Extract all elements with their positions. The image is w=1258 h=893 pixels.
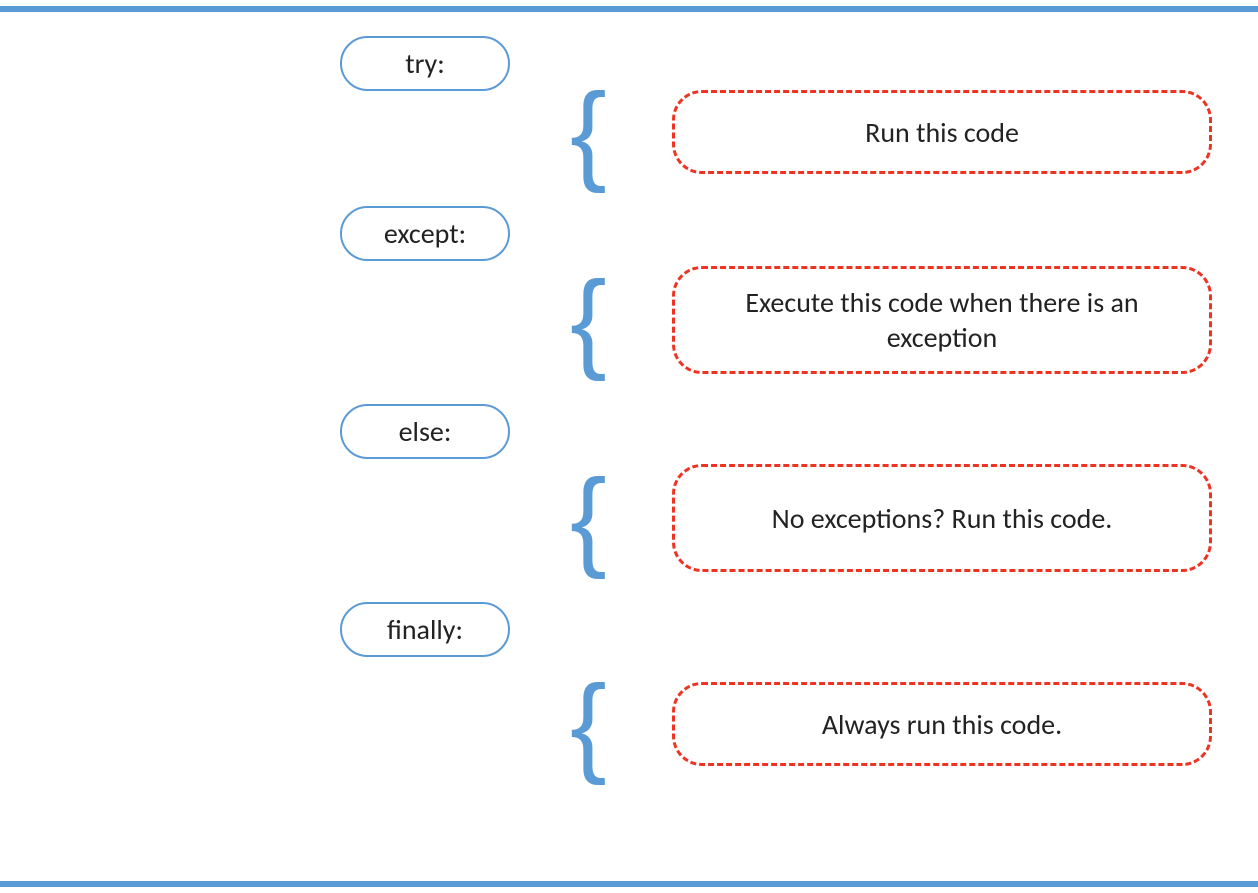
description-text: Run this code bbox=[865, 115, 1019, 150]
description-box-finally: Always run this code. bbox=[672, 682, 1212, 766]
bottom-horizontal-rule bbox=[0, 881, 1258, 887]
brace-icon: { bbox=[570, 670, 607, 780]
keyword-box-try: try: bbox=[340, 36, 510, 91]
brace-icon: { bbox=[570, 78, 607, 188]
keyword-label: else: bbox=[399, 414, 452, 449]
brace-icon: { bbox=[570, 464, 607, 574]
description-box-except: Execute this code when there is an excep… bbox=[672, 266, 1212, 374]
brace-icon: { bbox=[570, 266, 607, 376]
keyword-box-finally: finally: bbox=[340, 602, 510, 657]
keyword-label: finally: bbox=[387, 612, 463, 647]
keyword-box-else: else: bbox=[340, 404, 510, 459]
description-text: Execute this code when there is an excep… bbox=[705, 285, 1179, 355]
top-horizontal-rule bbox=[0, 6, 1258, 12]
description-box-else: No exceptions? Run this code. bbox=[672, 464, 1212, 572]
keyword-label: except: bbox=[384, 216, 466, 251]
keyword-label: try: bbox=[405, 46, 444, 81]
description-text: Always run this code. bbox=[822, 707, 1062, 742]
description-box-try: Run this code bbox=[672, 90, 1212, 174]
description-text: No exceptions? Run this code. bbox=[772, 501, 1113, 536]
keyword-box-except: except: bbox=[340, 206, 510, 261]
